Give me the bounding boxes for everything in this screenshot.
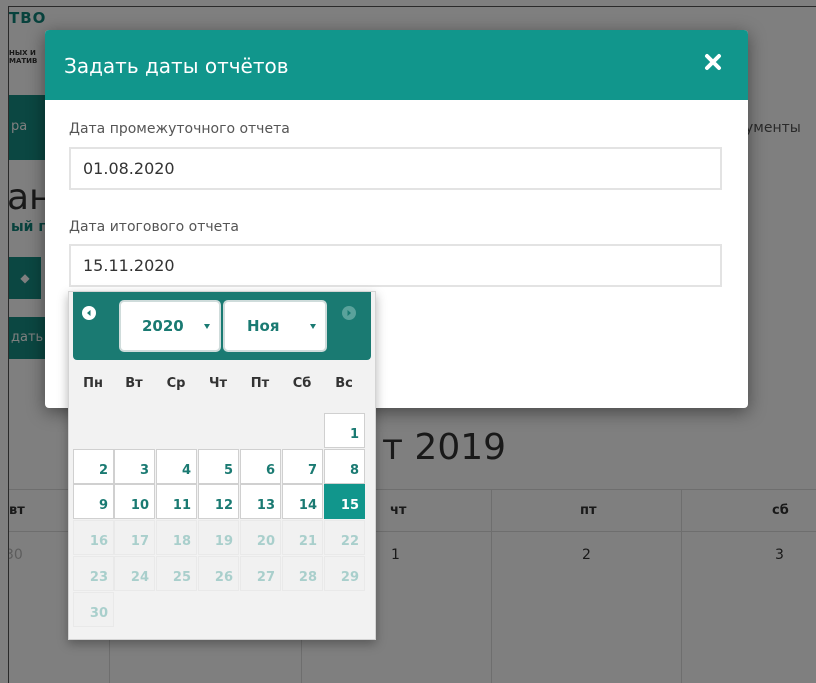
day-cell: 20 bbox=[240, 520, 281, 555]
weekday-header: Пт bbox=[250, 376, 270, 391]
day-cell: 23 bbox=[73, 556, 114, 591]
interim-report-date-input[interactable] bbox=[69, 147, 722, 190]
final-report-date-input[interactable] bbox=[69, 244, 722, 287]
weekday-header: Вс bbox=[335, 376, 353, 391]
chevron-down-icon bbox=[310, 324, 316, 329]
day-cell[interactable]: 11 bbox=[156, 484, 197, 519]
day-cell[interactable]: 5 bbox=[198, 449, 239, 484]
day-cell: 22 bbox=[324, 520, 365, 555]
modal-title: Задать даты отчётов bbox=[64, 54, 289, 78]
next-month-button[interactable] bbox=[342, 306, 356, 320]
chevron-right-icon bbox=[347, 310, 351, 316]
day-cell[interactable]: 7 bbox=[282, 449, 323, 484]
year-select[interactable]: 2020 bbox=[119, 300, 221, 352]
day-cell[interactable]: 10 bbox=[114, 484, 155, 519]
day-cell[interactable]: 6 bbox=[240, 449, 281, 484]
weekday-header: Чт bbox=[208, 376, 228, 391]
day-cell: 28 bbox=[282, 556, 323, 591]
day-cell: 21 bbox=[282, 520, 323, 555]
day-cell: 19 bbox=[198, 520, 239, 555]
weekday-header: Пн bbox=[83, 376, 103, 391]
month-select-value: Ноя bbox=[247, 317, 280, 335]
day-cell: 18 bbox=[156, 520, 197, 555]
weekday-header: Сб bbox=[292, 376, 312, 391]
day-cell: 27 bbox=[240, 556, 281, 591]
interim-report-label: Дата промежуточного отчета bbox=[69, 121, 290, 137]
day-cell[interactable]: 13 bbox=[240, 484, 281, 519]
day-cell[interactable]: 12 bbox=[198, 484, 239, 519]
chevron-down-icon bbox=[204, 324, 210, 329]
weekday-header: Ср bbox=[166, 376, 186, 391]
day-cell[interactable]: 8 bbox=[324, 449, 365, 484]
year-select-value: 2020 bbox=[142, 317, 184, 335]
modal-header: Задать даты отчётов bbox=[45, 30, 748, 100]
close-icon bbox=[705, 54, 721, 70]
day-cell: 29 bbox=[324, 556, 365, 591]
day-cell[interactable]: 1 bbox=[324, 413, 365, 448]
close-button[interactable] bbox=[700, 48, 726, 76]
day-cell: 25 bbox=[156, 556, 197, 591]
day-cell: 16 bbox=[73, 520, 114, 555]
day-cell[interactable]: 3 bbox=[114, 449, 155, 484]
day-cell: 30 bbox=[73, 592, 114, 627]
datepicker-popup: 2020 Ноя Пн Вт Ср Чт Пт Сб Вс 1 2 3 4 5 6 7 8 9 10 11 12 1… bbox=[68, 291, 376, 640]
prev-month-button[interactable] bbox=[82, 306, 96, 320]
month-select[interactable]: Ноя bbox=[223, 300, 327, 352]
day-cell: 24 bbox=[114, 556, 155, 591]
final-report-label: Дата итогового отчета bbox=[69, 219, 239, 235]
weekday-header: Вт bbox=[125, 376, 143, 391]
day-cell[interactable]: 9 bbox=[73, 484, 114, 519]
day-cell: 26 bbox=[198, 556, 239, 591]
datepicker-header: 2020 Ноя bbox=[73, 292, 371, 360]
day-cell[interactable]: 4 bbox=[156, 449, 197, 484]
day-cell[interactable]: 14 bbox=[282, 484, 323, 519]
day-cell[interactable]: 2 bbox=[73, 449, 114, 484]
day-cell-selected[interactable]: 15 bbox=[324, 484, 365, 519]
day-cell: 17 bbox=[114, 520, 155, 555]
chevron-left-icon bbox=[87, 310, 91, 316]
